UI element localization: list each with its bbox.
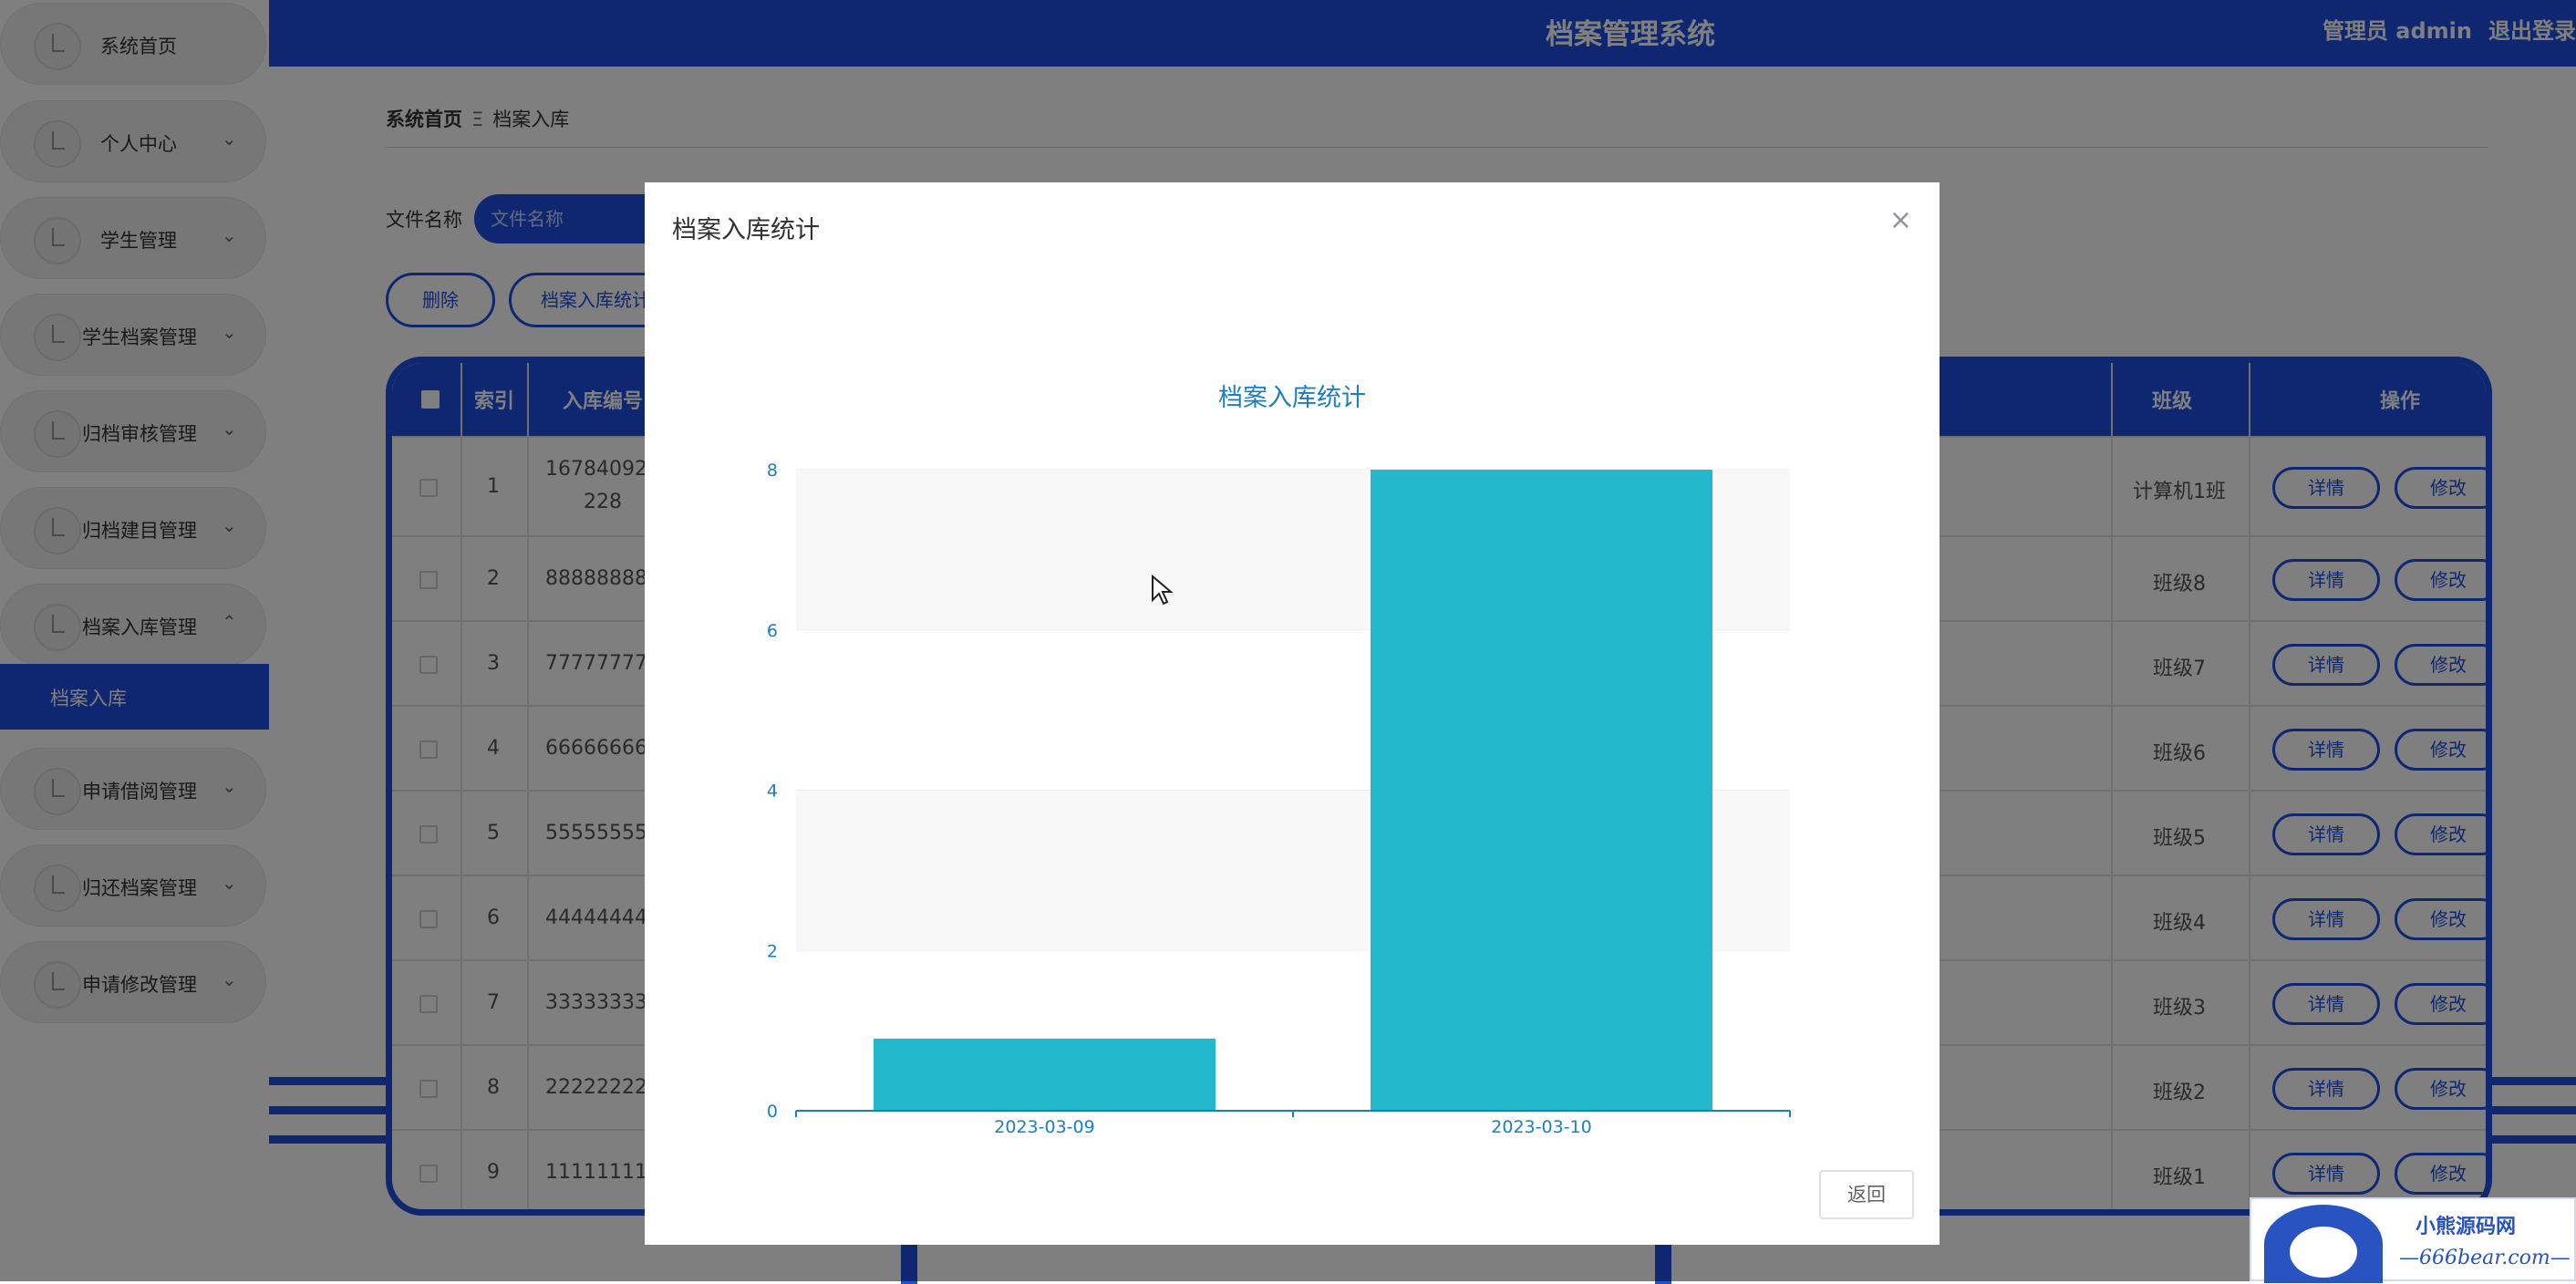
stats-dialog: 档案入库统计 × 档案入库统计 0 2 4 6 8 2023-03-09 2023-03-1… — [645, 182, 1940, 1245]
back-button[interactable]: 返回 — [1819, 1170, 1914, 1219]
chart-container: 档案入库统计 0 2 4 6 8 2023-03-09 2023-03-10 — [645, 274, 1940, 1186]
mouse-cursor-icon — [1152, 575, 1173, 606]
bar[interactable] — [1371, 470, 1712, 1111]
y-tick-label: 8 — [767, 461, 778, 481]
bear-logo-icon — [2264, 1205, 2383, 1283]
chart-title: 档案入库统计 — [1218, 384, 1366, 412]
app-root: 档案管理系统 管理员 admin退出登录 系统首页 个人中心 ⌄ 学生管理 ⌄ … — [0, 0, 2576, 1284]
close-icon[interactable]: × — [1889, 204, 1912, 236]
bar[interactable] — [874, 1038, 1216, 1111]
dialog-title: 档案入库统计 — [672, 216, 820, 244]
x-tick-label: 2023-03-09 — [994, 1117, 1094, 1137]
bar-chart: 档案入库统计 0 2 4 6 8 2023-03-09 2023-03-10 — [767, 384, 1791, 1137]
y-tick-label: 6 — [767, 621, 778, 641]
watermark: 小熊源码网 —666bear.com— — [2250, 1197, 2576, 1283]
y-tick-label: 2 — [767, 941, 778, 961]
watermark-line2: —666bear.com— — [2399, 1247, 2571, 1269]
y-tick-label: 0 — [767, 1102, 778, 1122]
watermark-line1: 小熊源码网 — [2416, 1215, 2517, 1238]
y-tick-label: 4 — [767, 782, 778, 802]
x-tick-label: 2023-03-10 — [1491, 1117, 1591, 1137]
